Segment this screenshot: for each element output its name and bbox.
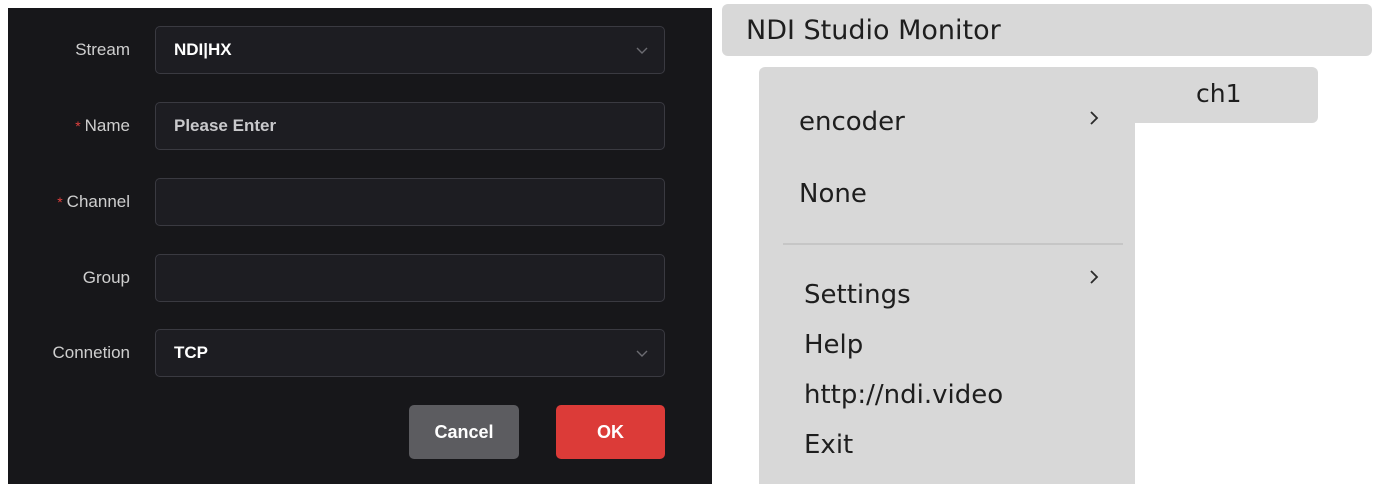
- group-row: Group: [8, 254, 712, 302]
- connection-label: Connetion: [52, 329, 130, 377]
- name-input[interactable]: Please Enter: [155, 102, 665, 150]
- chevron-right-icon: [1090, 111, 1099, 125]
- name-label: * Name: [75, 102, 130, 150]
- required-mark: *: [75, 118, 81, 134]
- chevron-down-icon: [636, 47, 648, 54]
- stream-label-text: Stream: [75, 40, 130, 59]
- menu-item-settings[interactable]: Settings: [804, 280, 911, 310]
- menu-item-help[interactable]: Help: [804, 330, 863, 360]
- add-source-dialog: Stream NDI|HX * Name Please Enter * Chan…: [8, 8, 712, 484]
- channel-label-text: Channel: [66, 192, 130, 211]
- connection-label-text: Connetion: [52, 343, 130, 362]
- stream-row: Stream NDI|HX: [8, 26, 712, 74]
- name-input-placeholder: Please Enter: [174, 116, 277, 135]
- stream-select-value: NDI|HX: [174, 40, 232, 59]
- group-label-text: Group: [82, 268, 130, 287]
- ok-button[interactable]: OK: [556, 405, 665, 459]
- connection-select[interactable]: TCP: [155, 329, 665, 377]
- channel-input[interactable]: [155, 178, 665, 226]
- group-label: Group: [83, 254, 130, 302]
- channel-row: * Channel: [8, 178, 712, 226]
- chevron-down-icon: [636, 350, 648, 357]
- menu-item-none[interactable]: None: [799, 179, 867, 209]
- app-title: NDI Studio Monitor: [746, 14, 1001, 46]
- name-label-text: Name: [84, 116, 130, 135]
- stream-select[interactable]: NDI|HX: [155, 26, 665, 74]
- app-title-bar[interactable]: NDI Studio Monitor: [722, 4, 1372, 56]
- menu-item-encoder[interactable]: encoder: [799, 107, 905, 137]
- chevron-right-icon: [1090, 270, 1099, 284]
- menu-separator: [783, 243, 1123, 245]
- context-menu: encoder None Settings Help http://ndi.vi…: [759, 67, 1135, 484]
- screenshot-stage: Stream NDI|HX * Name Please Enter * Chan…: [0, 0, 1379, 484]
- group-input[interactable]: [155, 254, 665, 302]
- cancel-button[interactable]: Cancel: [409, 405, 519, 459]
- connection-row: Connetion TCP: [8, 329, 712, 377]
- stream-label: Stream: [75, 26, 130, 74]
- required-mark: *: [57, 194, 63, 210]
- menu-item-website-link[interactable]: http://ndi.video: [804, 380, 1003, 410]
- name-row: * Name Please Enter: [8, 102, 712, 150]
- submenu-item-ch1: ch1: [1196, 79, 1242, 108]
- channel-label: * Channel: [57, 178, 130, 226]
- menu-item-exit[interactable]: Exit: [804, 430, 853, 460]
- connection-select-value: TCP: [174, 343, 208, 362]
- submenu-channel[interactable]: ch1: [1110, 67, 1318, 123]
